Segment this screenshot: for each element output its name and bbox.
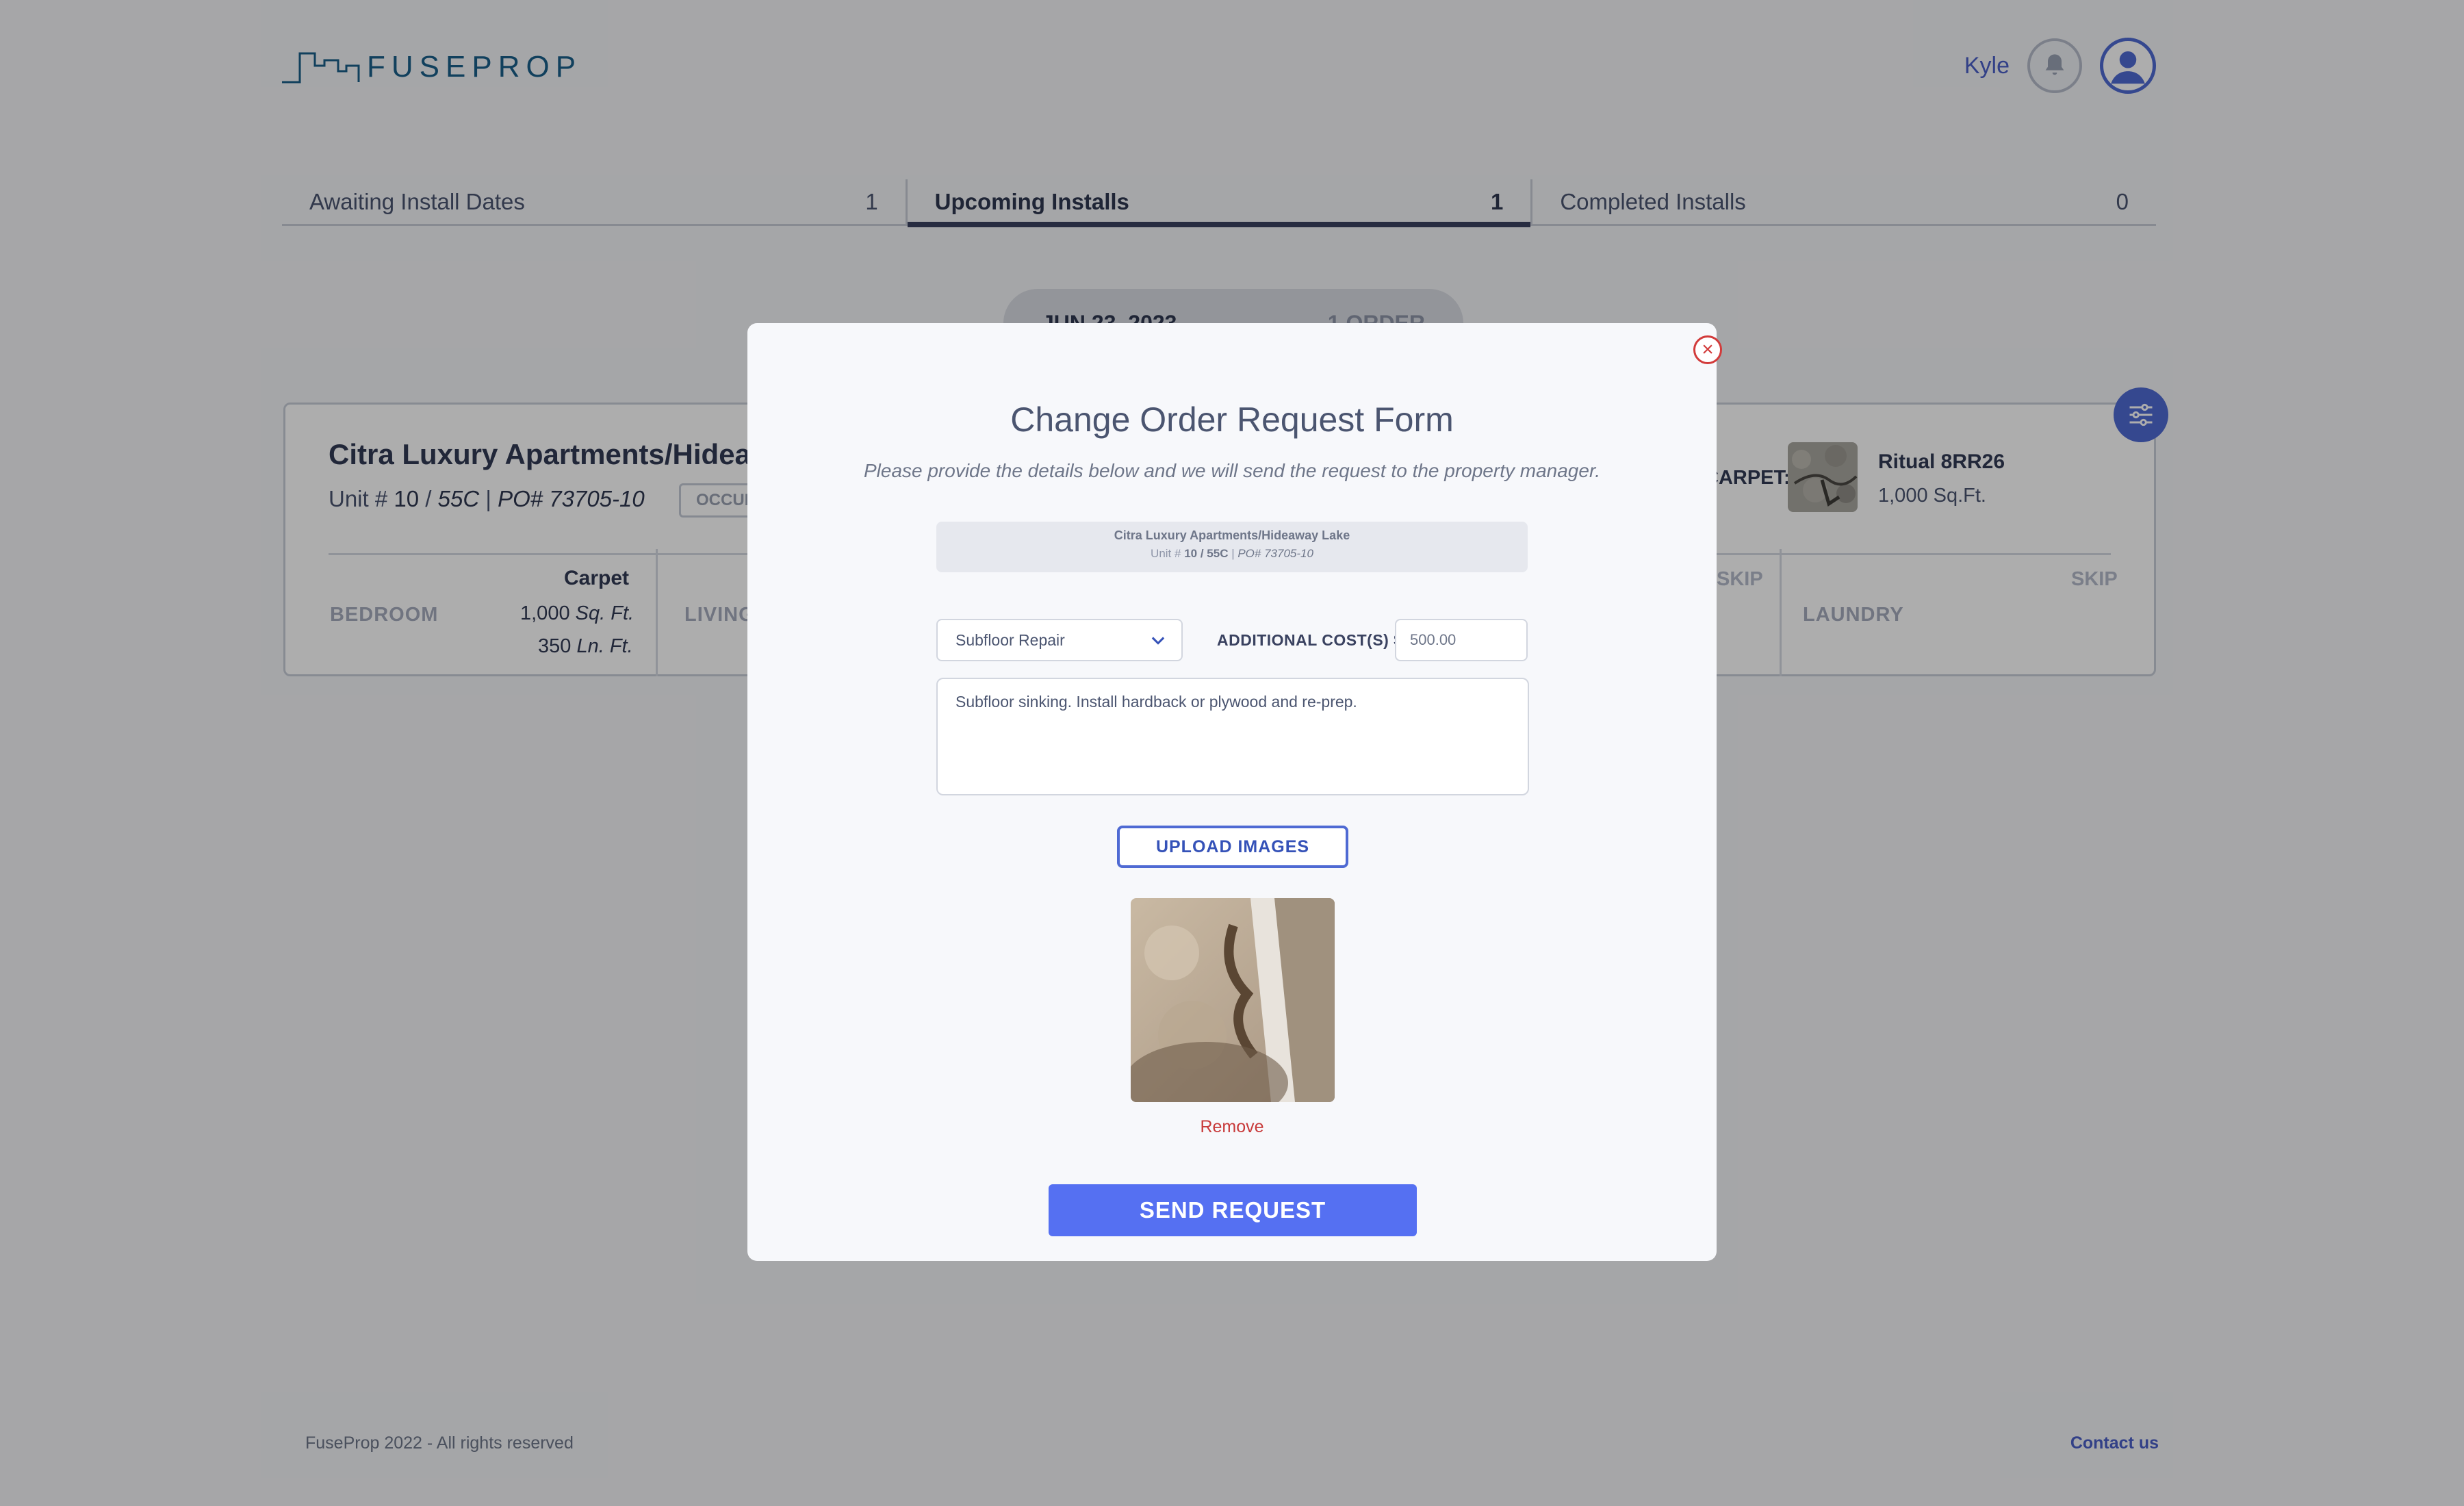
modal-title: Change Order Request Form xyxy=(1010,400,1454,439)
description-textarea[interactable]: Subfloor sinking. Install hardback or pl… xyxy=(936,678,1529,795)
info-property: Citra Luxury Apartments/Hideaway Lake xyxy=(1114,528,1350,542)
chevron-down-icon xyxy=(1151,637,1165,645)
send-request-button[interactable]: SEND REQUEST xyxy=(1049,1184,1417,1236)
info-unit: 10 / 55C xyxy=(1184,547,1229,560)
info-po: PO# 73705-10 xyxy=(1237,547,1313,560)
upload-images-button[interactable]: UPLOAD IMAGES xyxy=(1117,826,1348,868)
close-icon: × xyxy=(1702,338,1714,361)
modal-subtitle: Please provide the details below and we … xyxy=(863,460,1601,481)
change-order-modal: × Change Order Request Form Please provi… xyxy=(747,323,1722,1261)
request-type-select[interactable]: Subfloor Repair xyxy=(936,619,1183,661)
info-unit-prefix: Unit # xyxy=(1151,547,1181,560)
additional-cost-input[interactable] xyxy=(1395,619,1528,661)
info-unit-line: Unit # 10 / 55C | PO# 73705-10 xyxy=(1151,547,1313,560)
remove-image-link[interactable]: Remove xyxy=(747,1117,1717,1137)
order-info-box: Citra Luxury Apartments/Hideaway Lake Un… xyxy=(936,522,1528,572)
request-type-value: Subfloor Repair xyxy=(955,630,1065,649)
close-modal-button[interactable]: × xyxy=(1693,335,1722,364)
additional-cost-label: ADDITIONAL COST(S) $ xyxy=(1217,631,1403,649)
uploaded-image-thumbnail xyxy=(1131,898,1335,1102)
